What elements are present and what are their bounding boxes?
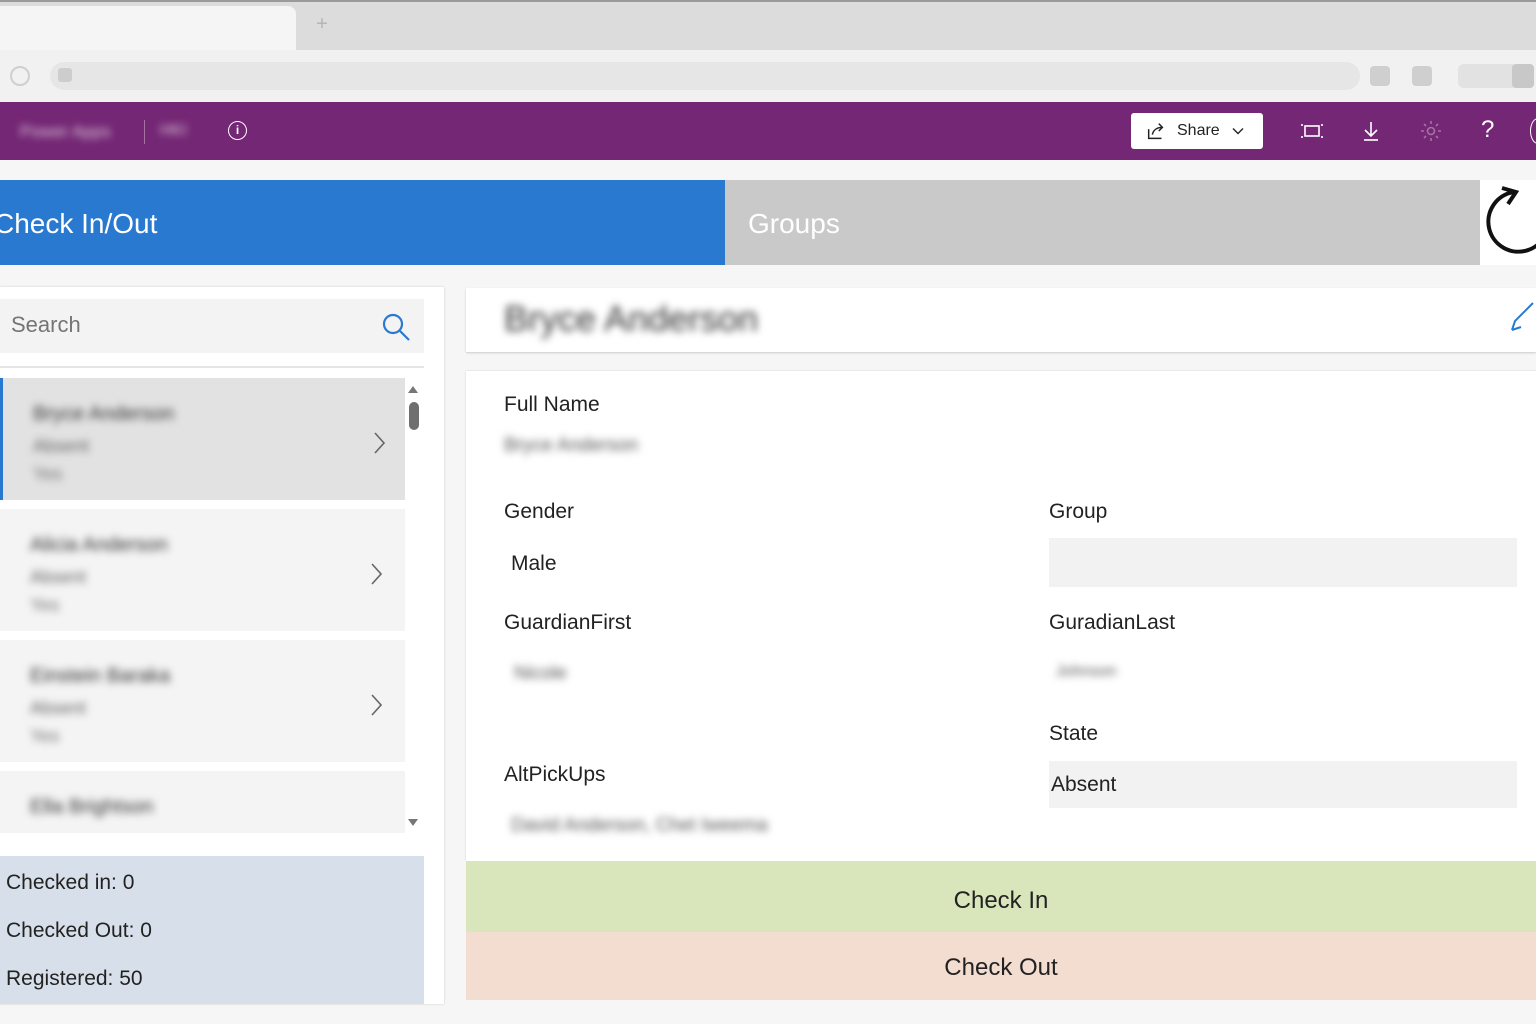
detail-form: Full Name Bryce Anderson Gender Male Gro… bbox=[466, 371, 1536, 861]
edit-icon[interactable] bbox=[1506, 302, 1536, 336]
search-input[interactable] bbox=[11, 312, 341, 338]
list-item[interactable]: Ella Brightson bbox=[0, 771, 405, 833]
header-divider bbox=[144, 120, 145, 144]
list-item-name: Einstein Baraka bbox=[30, 665, 171, 687]
detail-header: Bryce Anderson bbox=[466, 288, 1536, 352]
tab-groups[interactable]: Groups bbox=[725, 180, 1480, 265]
guardian-last-label: GuradianLast bbox=[1049, 611, 1176, 634]
list-item-status: Absent bbox=[30, 567, 87, 587]
new-tab-icon[interactable]: + bbox=[312, 14, 332, 34]
browser-tab[interactable] bbox=[0, 6, 296, 52]
share-label: Share bbox=[1177, 122, 1220, 139]
scrollbar-thumb[interactable] bbox=[409, 402, 419, 430]
chevron-right-icon[interactable] bbox=[366, 561, 386, 587]
checked-in-count: Checked in: 0 bbox=[6, 871, 135, 894]
app-name: HKI bbox=[160, 122, 187, 139]
list-item-extra: Yes bbox=[30, 595, 60, 615]
list-item[interactable]: Bryce Anderson Absent Yes bbox=[0, 378, 405, 500]
refresh-button[interactable] bbox=[1480, 180, 1536, 265]
checked-out-count: Checked Out: 0 bbox=[6, 919, 152, 942]
alt-pickups-value: David Anderson, Chet Iweema bbox=[511, 815, 768, 836]
guardian-first-value: Nicole bbox=[514, 663, 567, 684]
scroll-down-arrow[interactable] bbox=[408, 819, 418, 826]
chevron-right-icon[interactable] bbox=[366, 692, 386, 718]
guardian-last-value: Johnson bbox=[1056, 663, 1117, 680]
check-in-button[interactable]: Check In bbox=[466, 861, 1536, 932]
gear-icon[interactable] bbox=[1419, 119, 1443, 143]
registered-count: Registered: 50 bbox=[6, 967, 143, 990]
search-icon[interactable] bbox=[380, 311, 412, 343]
app-header: Power Apps HKI i Share ? bbox=[0, 102, 1536, 160]
full-name-label: Full Name bbox=[504, 393, 600, 416]
browser-refresh-icon[interactable] bbox=[10, 66, 30, 86]
list-item-name: Ella Brightson bbox=[30, 796, 154, 818]
lock-icon[interactable] bbox=[58, 68, 72, 82]
alt-pickups-label: AltPickUps bbox=[504, 763, 606, 786]
help-icon[interactable]: ? bbox=[1481, 116, 1494, 144]
search-box bbox=[0, 299, 424, 353]
share-icon bbox=[1147, 123, 1164, 140]
info-icon[interactable]: i bbox=[228, 121, 247, 140]
gender-label: Gender bbox=[504, 500, 575, 523]
people-list: Bryce Anderson Absent Yes Alicia Anderso… bbox=[0, 378, 405, 833]
fit-screen-icon[interactable] bbox=[1300, 119, 1324, 143]
detail-title: Bryce Anderson bbox=[504, 298, 759, 339]
refresh-icon bbox=[1486, 186, 1536, 254]
people-panel: Bryce Anderson Absent Yes Alicia Anderso… bbox=[0, 287, 444, 1004]
account-icon[interactable] bbox=[1530, 118, 1536, 144]
group-label: Group bbox=[1049, 500, 1108, 523]
divider bbox=[0, 366, 424, 368]
state-value: Absent bbox=[1051, 773, 1117, 796]
chevron-down-icon bbox=[1232, 128, 1244, 135]
chevron-right-icon[interactable] bbox=[369, 430, 389, 456]
product-name[interactable]: Power Apps bbox=[20, 122, 111, 142]
list-item-extra: Yes bbox=[30, 726, 60, 746]
profile-button[interactable] bbox=[1458, 64, 1518, 88]
state-field: Absent bbox=[1049, 761, 1517, 808]
list-item-name: Alicia Anderson bbox=[30, 534, 168, 556]
list-item[interactable]: Alicia Anderson Absent Yes bbox=[0, 509, 405, 631]
full-name-value: Bryce Anderson bbox=[504, 435, 639, 456]
group-field bbox=[1049, 538, 1517, 587]
extension-icon[interactable] bbox=[1412, 66, 1432, 86]
list-item-name: Bryce Anderson bbox=[33, 403, 175, 425]
app-canvas: Check In/Out Groups Bryce Anderson Absen… bbox=[0, 160, 1536, 1024]
check-out-button[interactable]: Check Out bbox=[466, 932, 1536, 1000]
share-button[interactable]: Share bbox=[1131, 113, 1263, 149]
state-label: State bbox=[1049, 722, 1099, 745]
gender-value: Male bbox=[511, 552, 557, 575]
extension-icon[interactable] bbox=[1370, 66, 1390, 86]
list-item-status: Absent bbox=[33, 436, 90, 456]
scroll-up-arrow[interactable] bbox=[408, 386, 418, 393]
stats-panel: Checked in: 0 Checked Out: 0 Registered:… bbox=[0, 856, 424, 1004]
list-item[interactable]: Einstein Baraka Absent Yes bbox=[0, 640, 405, 762]
list-item-extra: Yes bbox=[33, 464, 63, 484]
guardian-first-label: GuardianFirst bbox=[504, 611, 632, 634]
list-item-status: Absent bbox=[30, 698, 87, 718]
download-icon[interactable] bbox=[1359, 119, 1383, 143]
browser-menu-icon[interactable] bbox=[1512, 64, 1534, 88]
tab-check-in-out[interactable]: Check In/Out bbox=[0, 180, 725, 265]
address-bar[interactable] bbox=[50, 62, 1360, 90]
browser-tab-strip: + bbox=[0, 0, 1536, 52]
